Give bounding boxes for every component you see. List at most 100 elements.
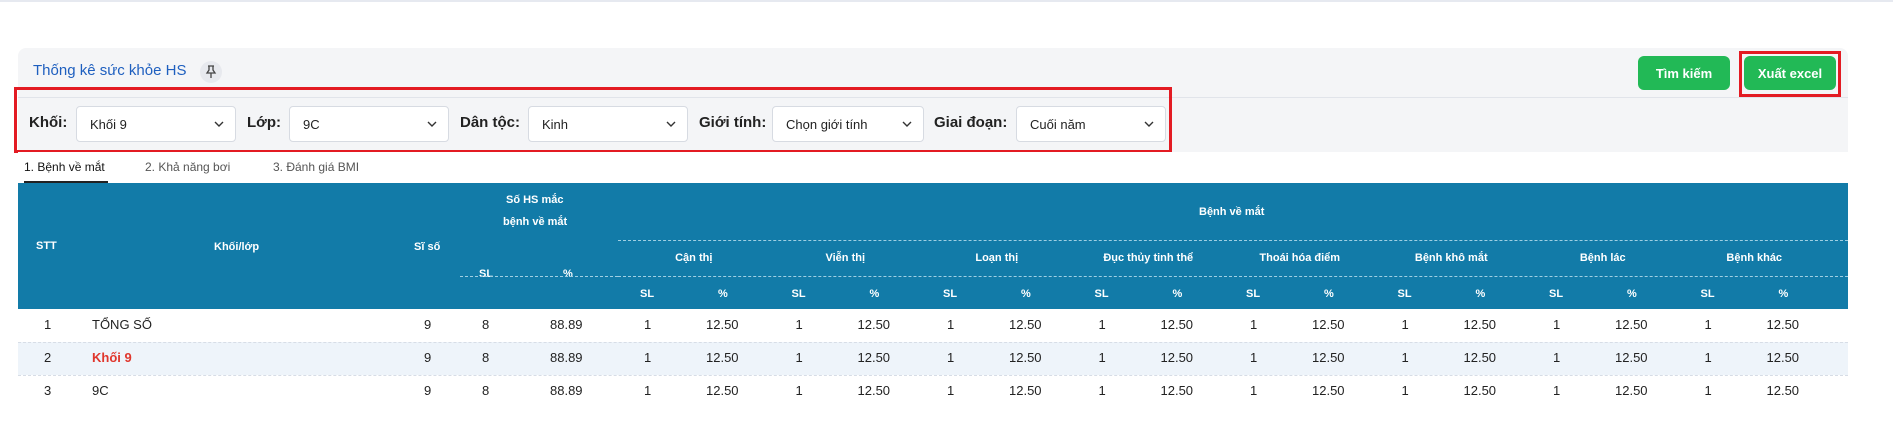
header-disease-sl: SL	[1246, 288, 1261, 300]
cell-disease-pct: 12.50	[1312, 350, 1345, 365]
cell-khoi-lop[interactable]: Khối 9	[92, 350, 132, 365]
header-disease: Thoái hóa điểm	[1259, 252, 1341, 264]
cell-stt: 1	[44, 317, 52, 332]
cell-disease-sl: 1	[1401, 383, 1409, 398]
table-row[interactable]	[18, 375, 1848, 408]
header-disease-pct: %	[1475, 288, 1486, 300]
header-disease: Cận thị	[675, 252, 713, 264]
cell-khoi-lop: 9C	[92, 383, 109, 398]
cell-disease-pct: 12.50	[706, 383, 739, 398]
header-disease-pct: %	[1172, 288, 1183, 300]
pin-icon[interactable]	[200, 61, 222, 83]
header-disease: Bệnh khô mắt	[1414, 252, 1488, 264]
cell-so-hs-pct: 88.89	[550, 317, 583, 332]
cell-disease-sl: 1	[644, 383, 652, 398]
header-disease-pct: %	[718, 288, 728, 300]
cell-disease-sl: 1	[1401, 350, 1409, 365]
cell-disease-pct: 12.50	[857, 383, 891, 398]
header-disease: Bệnh khác	[1726, 252, 1783, 264]
cell-disease-sl: 1	[795, 317, 803, 332]
header-khoi-lop: Khối/lớp	[214, 241, 260, 253]
cell-si-so: 9	[424, 350, 432, 365]
cell-disease-sl: 1	[947, 317, 955, 332]
cell-disease-pct: 12.50	[1463, 317, 1497, 332]
cell-so-hs-sl: 8	[482, 383, 490, 398]
cell-disease-pct: 12.50	[1463, 383, 1497, 398]
cell-disease-pct: 12.50	[857, 317, 891, 332]
search-button[interactable]: Tìm kiếm	[1638, 56, 1730, 90]
header-disease-sl: SL	[1094, 288, 1109, 300]
table-header	[18, 183, 1848, 309]
cell-khoi-lop: TỔNG SỐ	[92, 317, 152, 332]
cell-disease-pct: 12.50	[1615, 350, 1648, 365]
pin-icon-glyph	[205, 65, 217, 78]
cell-disease-sl: 1	[1098, 350, 1106, 365]
row-separator	[18, 375, 1848, 376]
tab-kha-nang-boi[interactable]: 2. Khả năng bơi	[145, 160, 230, 174]
cell-disease-pct: 12.50	[706, 317, 739, 332]
cell-disease-pct: 12.50	[1160, 350, 1194, 365]
cell-disease-sl: 1	[644, 317, 652, 332]
export-button-highlight	[1739, 51, 1841, 97]
cell-disease-pct: 12.50	[1766, 383, 1800, 398]
cell-disease-sl: 1	[947, 350, 955, 365]
header-disease: Bệnh lác	[1579, 252, 1626, 264]
header-disease-pct: %	[1778, 288, 1789, 300]
cell-disease-sl: 1	[1553, 350, 1561, 365]
cell-so-hs-pct: 88.89	[550, 350, 583, 365]
header-divider-line	[618, 276, 1848, 277]
header-disease: Đục thủy tinh thể	[1103, 252, 1194, 264]
cell-so-hs-pct: 88.89	[550, 383, 583, 398]
cell-disease-pct: 12.50	[706, 350, 739, 365]
cell-disease-pct: 12.50	[1009, 317, 1042, 332]
cell-disease-sl: 1	[1704, 350, 1712, 365]
cell-disease-sl: 1	[1250, 317, 1258, 332]
header-disease-pct: %	[869, 288, 880, 300]
cell-disease-sl: 1	[1401, 317, 1409, 332]
header-so-hs-line2: bệnh về mắt	[503, 216, 568, 228]
header-stt: STT	[36, 240, 57, 252]
tab-danh-gia-bmi[interactable]: 3. Đánh giá BMI	[273, 160, 359, 174]
row-separator	[18, 342, 1848, 343]
cell-disease-sl: 1	[644, 350, 652, 365]
top-border	[0, 0, 1893, 2]
cell-disease-pct: 12.50	[1160, 317, 1194, 332]
cell-disease-pct: 12.50	[1160, 383, 1194, 398]
cell-disease-sl: 1	[947, 383, 955, 398]
filter-bar-highlight	[14, 87, 1172, 153]
header-disease-sl: SL	[1549, 288, 1564, 300]
page-title: Thống kê sức khỏe HS	[33, 62, 187, 79]
table-row[interactable]	[18, 342, 1848, 375]
cell-disease-pct: 12.50	[1312, 317, 1345, 332]
header-disease-sl: SL	[943, 288, 958, 300]
cell-disease-pct: 12.50	[1463, 350, 1497, 365]
cell-disease-pct: 12.50	[1009, 350, 1042, 365]
cell-disease-pct: 12.50	[1766, 317, 1800, 332]
cell-disease-sl: 1	[795, 383, 803, 398]
cell-disease-sl: 1	[1098, 383, 1106, 398]
header-disease: Loạn thị	[975, 252, 1019, 264]
header-disease-pct: %	[1627, 288, 1637, 300]
cell-stt: 2	[44, 350, 52, 365]
cell-disease-pct: 12.50	[857, 350, 891, 365]
cell-stt: 3	[44, 383, 52, 398]
header-disease-sl: SL	[1700, 288, 1715, 300]
cell-disease-pct: 12.50	[1615, 317, 1648, 332]
header-disease-sl: SL	[1397, 288, 1412, 300]
cell-disease-sl: 1	[1250, 350, 1258, 365]
cell-disease-sl: 1	[1553, 383, 1561, 398]
header-divider-line	[460, 276, 618, 277]
table-row[interactable]	[18, 309, 1848, 342]
header-disease-pct: %	[1021, 288, 1031, 300]
cell-disease-sl: 1	[1098, 317, 1106, 332]
header-so-hs-sl: SL	[479, 268, 494, 280]
cell-si-so: 9	[424, 383, 432, 398]
cell-disease-sl: 1	[1250, 383, 1258, 398]
header-so-hs-pct: %	[563, 268, 573, 280]
tab-benh-ve-mat[interactable]: 1. Bệnh về mắt	[24, 160, 105, 174]
cell-disease-pct: 12.50	[1766, 350, 1800, 365]
cell-disease-pct: 12.50	[1615, 383, 1648, 398]
header-benh-ve-mat: Bệnh về mắt	[1199, 206, 1265, 218]
header-so-hs-line1: Số HS mắc	[506, 194, 564, 206]
cell-disease-pct: 12.50	[1009, 383, 1042, 398]
